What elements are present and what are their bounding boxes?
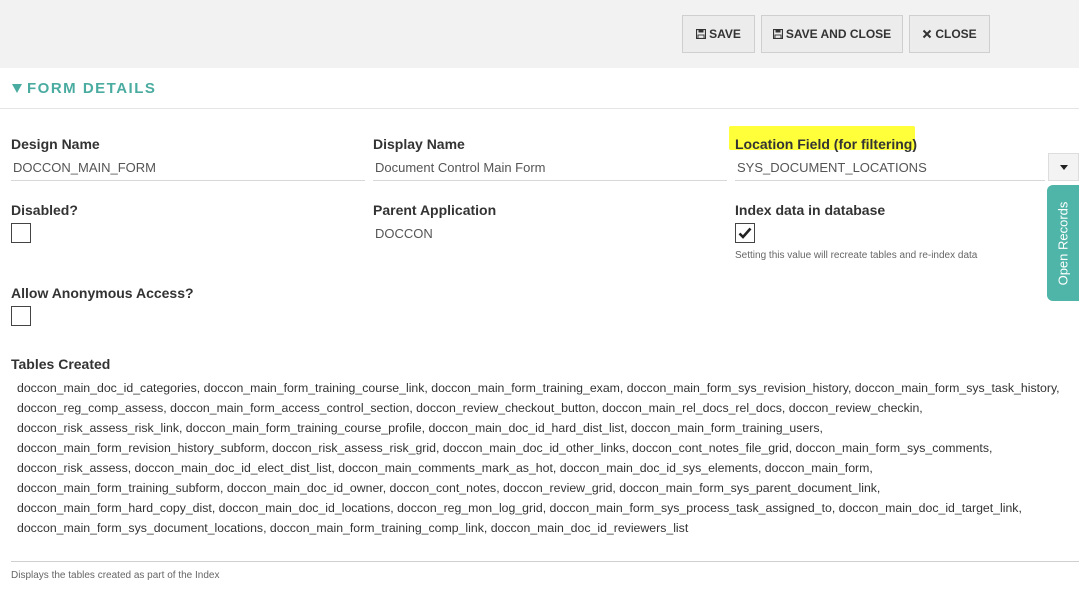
location-field-input[interactable]: SYS_DOCUMENT_LOCATIONS [735,160,927,175]
anonymous-access-label: Allow Anonymous Access? [11,285,194,301]
disabled-label: Disabled? [11,202,78,218]
index-data-checkbox[interactable] [735,223,755,243]
close-button[interactable]: CLOSE [909,15,990,53]
save-and-close-button[interactable]: SAVE AND CLOSE [761,15,903,53]
floppy-disk-icon [696,29,707,39]
parent-application-value: DOCCON [375,226,433,241]
save-button-label: SAVE [709,27,741,41]
caret-down-icon [1059,164,1068,170]
tables-help-text: Displays the tables created as part of t… [11,570,220,581]
anonymous-access-checkbox[interactable] [11,306,31,326]
tables-created-list: doccon_main_doc_id_categories, doccon_ma… [17,381,1060,535]
index-data-label: Index data in database [735,202,886,218]
disabled-checkbox[interactable] [11,223,31,243]
index-data-help-text: Setting this value will recreate tables … [735,250,978,261]
save-button[interactable]: SAVE [682,15,755,53]
form-details-section-toggle[interactable]: FORM DETAILS [12,80,156,97]
section-divider [0,108,1079,109]
tables-divider [11,561,1079,562]
design-name-input[interactable]: DOCCON_MAIN_FORM [11,160,156,175]
display-name-label: Display Name [373,136,465,152]
parent-application-label: Parent Application [373,202,497,218]
location-field-underline [735,180,1045,181]
tables-created-label: Tables Created [11,356,111,372]
checkmark-icon [738,227,752,239]
floppy-disk-icon [772,29,783,39]
top-toolbar: SAVE SAVE AND CLOSE CLOSE [0,0,1079,68]
design-name-underline [11,180,365,181]
x-icon [923,29,932,39]
display-name-input[interactable]: Document Control Main Form [373,160,546,175]
display-name-underline [373,180,727,181]
design-name-label: Design Name [11,136,100,152]
section-title: FORM DETAILS [27,80,157,97]
open-records-label: Open Records [1055,201,1071,285]
save-and-close-button-label: SAVE AND CLOSE [785,27,892,41]
close-button-label: CLOSE [935,27,977,41]
location-field-dropdown-button[interactable] [1048,153,1079,181]
triangle-down-icon [12,84,22,93]
open-records-tab[interactable]: Open Records [1047,185,1079,301]
location-field-label: Location Field (for filtering) [735,136,917,152]
